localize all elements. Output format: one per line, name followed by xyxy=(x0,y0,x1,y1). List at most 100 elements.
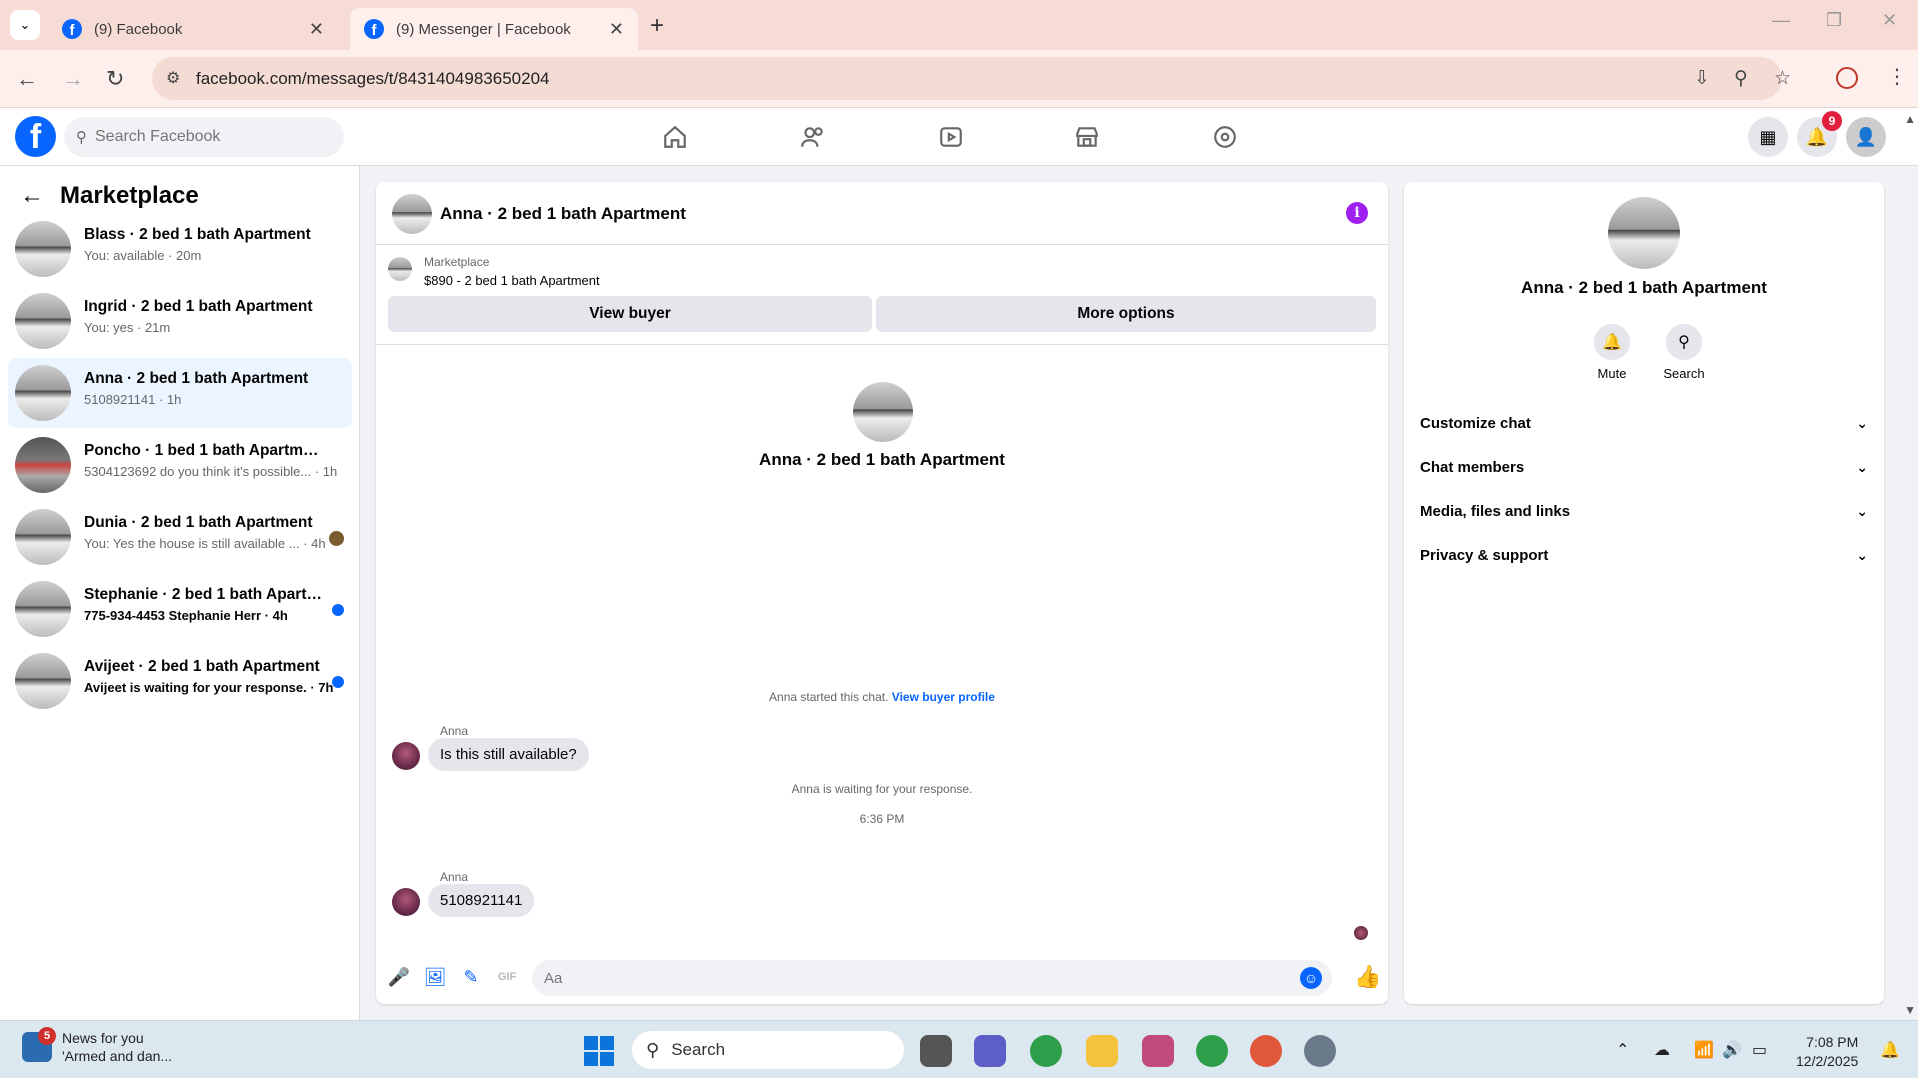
new-tab-button[interactable]: + xyxy=(650,12,664,40)
close-icon[interactable]: ✕ xyxy=(609,19,624,40)
settings-gear-icon[interactable] xyxy=(1304,1035,1336,1067)
menu-grid-icon[interactable]: ▦ xyxy=(1748,117,1788,157)
message-bubble[interactable]: Is this still available? xyxy=(428,738,589,771)
tab-title: (9) Messenger | Facebook xyxy=(396,20,571,38)
facebook-logo-icon[interactable]: f xyxy=(15,116,56,157)
conversation-name: Dunia · 2 bed 1 bath Apartment xyxy=(84,514,313,531)
omnibox[interactable]: ⚙ facebook.com/messages/t/84314049836502… xyxy=(152,57,1791,100)
notification-bell-icon[interactable]: 🔔 xyxy=(1880,1040,1900,1060)
info-icon[interactable]: i xyxy=(1346,202,1368,224)
gaming-nav-icon[interactable] xyxy=(1210,122,1240,152)
chat-members-row[interactable]: Chat members ⌄ xyxy=(1420,445,1868,489)
bookmark-star-icon[interactable]: ☆ xyxy=(1774,67,1791,90)
scroll-down-arrow-icon[interactable]: ▼ xyxy=(1904,1003,1916,1017)
chrome-icon[interactable] xyxy=(1030,1035,1062,1067)
clock-date: 12/2/2025 xyxy=(1796,1053,1859,1069)
scroll-up-arrow-icon[interactable]: ▲ xyxy=(1904,112,1916,126)
marketplace-nav-icon[interactable] xyxy=(1072,122,1102,152)
close-window-button[interactable]: ✕ xyxy=(1882,10,1897,31)
avatar[interactable] xyxy=(392,742,420,770)
message-input-box[interactable]: ☺ xyxy=(532,960,1332,996)
task-view-icon[interactable] xyxy=(920,1035,952,1067)
message-sender: Anna xyxy=(440,870,469,884)
search-button[interactable]: ⚲ Search xyxy=(1654,324,1714,381)
system-clock[interactable]: 7:08 PM 12/2/2025 xyxy=(1796,1033,1858,1071)
install-icon[interactable]: ⇩ xyxy=(1694,67,1710,90)
wifi-icon[interactable]: 📶 xyxy=(1694,1040,1714,1060)
unread-dot-icon xyxy=(332,676,344,688)
sidebar-header: ← Marketplace xyxy=(20,182,199,210)
bell-icon[interactable]: 🔔 xyxy=(1594,324,1630,360)
more-options-button[interactable]: More options xyxy=(876,296,1376,332)
conversation-item[interactable]: Blass · 2 bed 1 bath Apartment You: avai… xyxy=(8,214,352,284)
chrome-profile-icon[interactable] xyxy=(1250,1035,1282,1067)
tab-messenger[interactable]: f (9) Messenger | Facebook ✕ xyxy=(350,8,638,50)
chat-title[interactable]: Anna · 2 bed 1 bath Apartment xyxy=(440,204,686,224)
restore-button[interactable]: ❐ xyxy=(1826,10,1842,31)
gif-icon[interactable]: GIF xyxy=(496,966,518,988)
listing-source: Marketplace xyxy=(424,255,490,269)
url-text[interactable]: facebook.com/messages/t/8431404983650204 xyxy=(196,69,549,89)
friends-nav-icon[interactable] xyxy=(798,122,828,152)
search-input[interactable] xyxy=(95,128,315,146)
avatar[interactable] xyxy=(1608,197,1680,269)
sticker-icon[interactable]: ✎ xyxy=(460,966,482,988)
windows-start-icon[interactable] xyxy=(584,1036,614,1066)
conversation-item[interactable]: Dunia · 2 bed 1 bath Apartment You: Yes … xyxy=(8,502,352,572)
conversation-item[interactable]: Ingrid · 2 bed 1 bath Apartment You: yes… xyxy=(8,286,352,356)
avatar[interactable] xyxy=(392,888,420,916)
chevron-up-icon[interactable]: ⌃ xyxy=(1616,1040,1629,1060)
zoom-icon[interactable]: ⚲ xyxy=(1734,67,1748,90)
conversation-item[interactable]: Poncho · 1 bed 1 bath Apartment 53041236… xyxy=(8,430,352,500)
avatar[interactable]: 👤 xyxy=(1846,117,1886,157)
close-icon[interactable]: ✕ xyxy=(309,19,324,40)
avatar xyxy=(15,653,71,709)
news-widget[interactable]: 5 News for you 'Armed and dan... xyxy=(22,1027,172,1065)
video-nav-icon[interactable] xyxy=(936,122,966,152)
volume-icon[interactable]: 🔊 xyxy=(1722,1040,1742,1060)
site-info-icon[interactable]: ⚙ xyxy=(166,68,180,88)
mute-button[interactable]: 🔔 Mute xyxy=(1582,324,1642,381)
teams-icon[interactable] xyxy=(974,1035,1006,1067)
conversation-item[interactable]: Avijeet · 2 bed 1 bath Apartment Avijeet… xyxy=(8,646,352,716)
back-arrow-icon[interactable]: ← xyxy=(20,182,44,210)
tab-search-button[interactable]: ⌄ xyxy=(10,10,40,40)
minimize-button[interactable]: — xyxy=(1772,10,1790,31)
emoji-icon[interactable]: ☺ xyxy=(1300,967,1322,989)
thumbs-up-icon[interactable]: 👍 xyxy=(1354,964,1381,990)
home-nav-icon[interactable] xyxy=(660,122,690,152)
privacy-support-row[interactable]: Privacy & support ⌄ xyxy=(1420,533,1868,577)
chat-started-text: Anna started this chat. xyxy=(769,690,889,704)
message-bubble[interactable]: 5108921141 xyxy=(428,884,535,917)
message-input[interactable] xyxy=(544,969,1284,987)
chrome-menu-icon[interactable]: ⋮ xyxy=(1887,64,1907,89)
profile-icon[interactable] xyxy=(1836,67,1858,89)
search-icon: ⚲ xyxy=(76,129,87,146)
snipping-tool-icon[interactable] xyxy=(1142,1035,1174,1067)
view-buyer-profile-link[interactable]: View buyer profile xyxy=(892,690,995,704)
facebook-favicon-icon: f xyxy=(62,19,82,39)
media-files-links-row[interactable]: Media, files and links ⌄ xyxy=(1420,489,1868,533)
forward-button[interactable]: → xyxy=(62,66,84,92)
search-icon[interactable]: ⚲ xyxy=(1666,324,1702,360)
conversation-item-active[interactable]: Anna · 2 bed 1 bath Apartment 5108921141… xyxy=(8,358,352,428)
conversation-item[interactable]: Stephanie · 2 bed 1 bath Apartm... 775-9… xyxy=(8,574,352,644)
view-buyer-button[interactable]: View buyer xyxy=(388,296,872,332)
facebook-search[interactable]: ⚲ xyxy=(64,117,344,157)
avatar[interactable] xyxy=(392,194,432,234)
microphone-icon[interactable]: 🎤 xyxy=(388,966,410,988)
back-button[interactable]: ← xyxy=(16,66,38,92)
listing-thumbnail[interactable] xyxy=(388,257,412,281)
customize-chat-row[interactable]: Customize chat ⌄ xyxy=(1420,401,1868,445)
conversation-snippet: 775-934-4453 Stephanie Herr · 4h xyxy=(84,608,288,623)
battery-icon[interactable]: ▭ xyxy=(1752,1040,1767,1060)
file-explorer-icon[interactable] xyxy=(1086,1035,1118,1067)
chrome-profile-icon[interactable] xyxy=(1196,1035,1228,1067)
taskbar-search[interactable]: ⚲ Search xyxy=(632,1031,904,1069)
photo-icon[interactable]: 🖼 xyxy=(424,966,447,988)
chevron-down-icon: ⌄ xyxy=(1856,502,1868,519)
tab-facebook[interactable]: f (9) Facebook ✕ xyxy=(48,8,338,50)
cloud-off-icon[interactable]: ☁ xyxy=(1654,1040,1670,1060)
details-name: Anna · 2 bed 1 bath Apartment xyxy=(1521,278,1767,297)
reload-button[interactable]: ↻ xyxy=(106,66,124,92)
